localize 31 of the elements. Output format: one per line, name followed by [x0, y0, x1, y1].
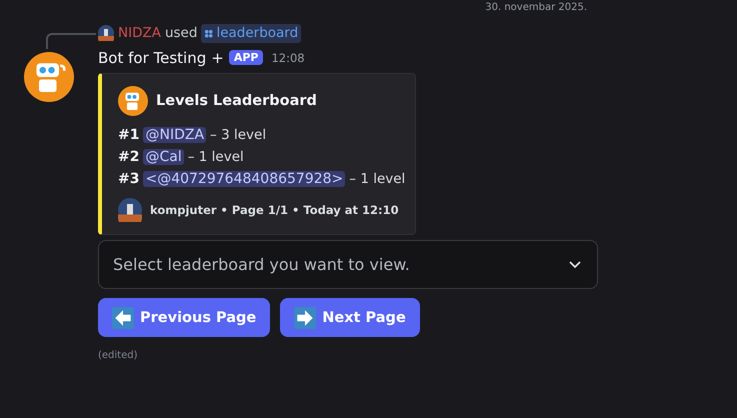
user-mention[interactable]: <@407297648408657928>: [143, 170, 346, 186]
edited-label: (edited): [98, 350, 138, 361]
slash-command-chip[interactable]: leaderboard: [201, 24, 302, 42]
level-text: – 1 level: [349, 170, 406, 186]
user-avatar-icon: [98, 25, 114, 41]
left-arrow-icon: [112, 306, 134, 328]
rank-label: #3: [118, 170, 140, 186]
message-time: 12:08: [271, 50, 305, 64]
page-button[interactable]: Previous Page: [98, 298, 270, 337]
user-mention[interactable]: @NIDZA: [143, 126, 206, 142]
user-avatar-icon: [118, 198, 142, 222]
rank-label: #1: [118, 126, 140, 142]
robot-avatar-icon: [118, 86, 148, 116]
level-text: – 3 level: [210, 126, 266, 142]
reply-connector-line: [46, 33, 96, 49]
date-divider: 30. novembar 2025.: [485, 2, 587, 13]
robot-avatar-icon: [24, 52, 74, 102]
command-icon: [204, 28, 214, 38]
page-button[interactable]: Next Page: [280, 298, 420, 337]
plus-sign: +: [211, 48, 224, 66]
reply-username[interactable]: NIDZA: [118, 25, 161, 41]
user-mention[interactable]: @Cal: [143, 148, 184, 164]
embed-footer: kompjuter • Page 1/1 • Today at 12:10: [150, 203, 399, 217]
embed-title: Levels Leaderboard: [156, 93, 317, 109]
rank-label: #2: [118, 148, 140, 164]
app-tag: APP: [228, 50, 264, 65]
reply-verb: used: [164, 25, 198, 41]
author-name[interactable]: Bot for Testing: [98, 48, 206, 66]
leaderboard-select[interactable]: Select leaderboard you want to view.: [98, 240, 598, 289]
level-text: – 1 level: [188, 148, 244, 164]
chevron-down-icon: [569, 260, 581, 268]
